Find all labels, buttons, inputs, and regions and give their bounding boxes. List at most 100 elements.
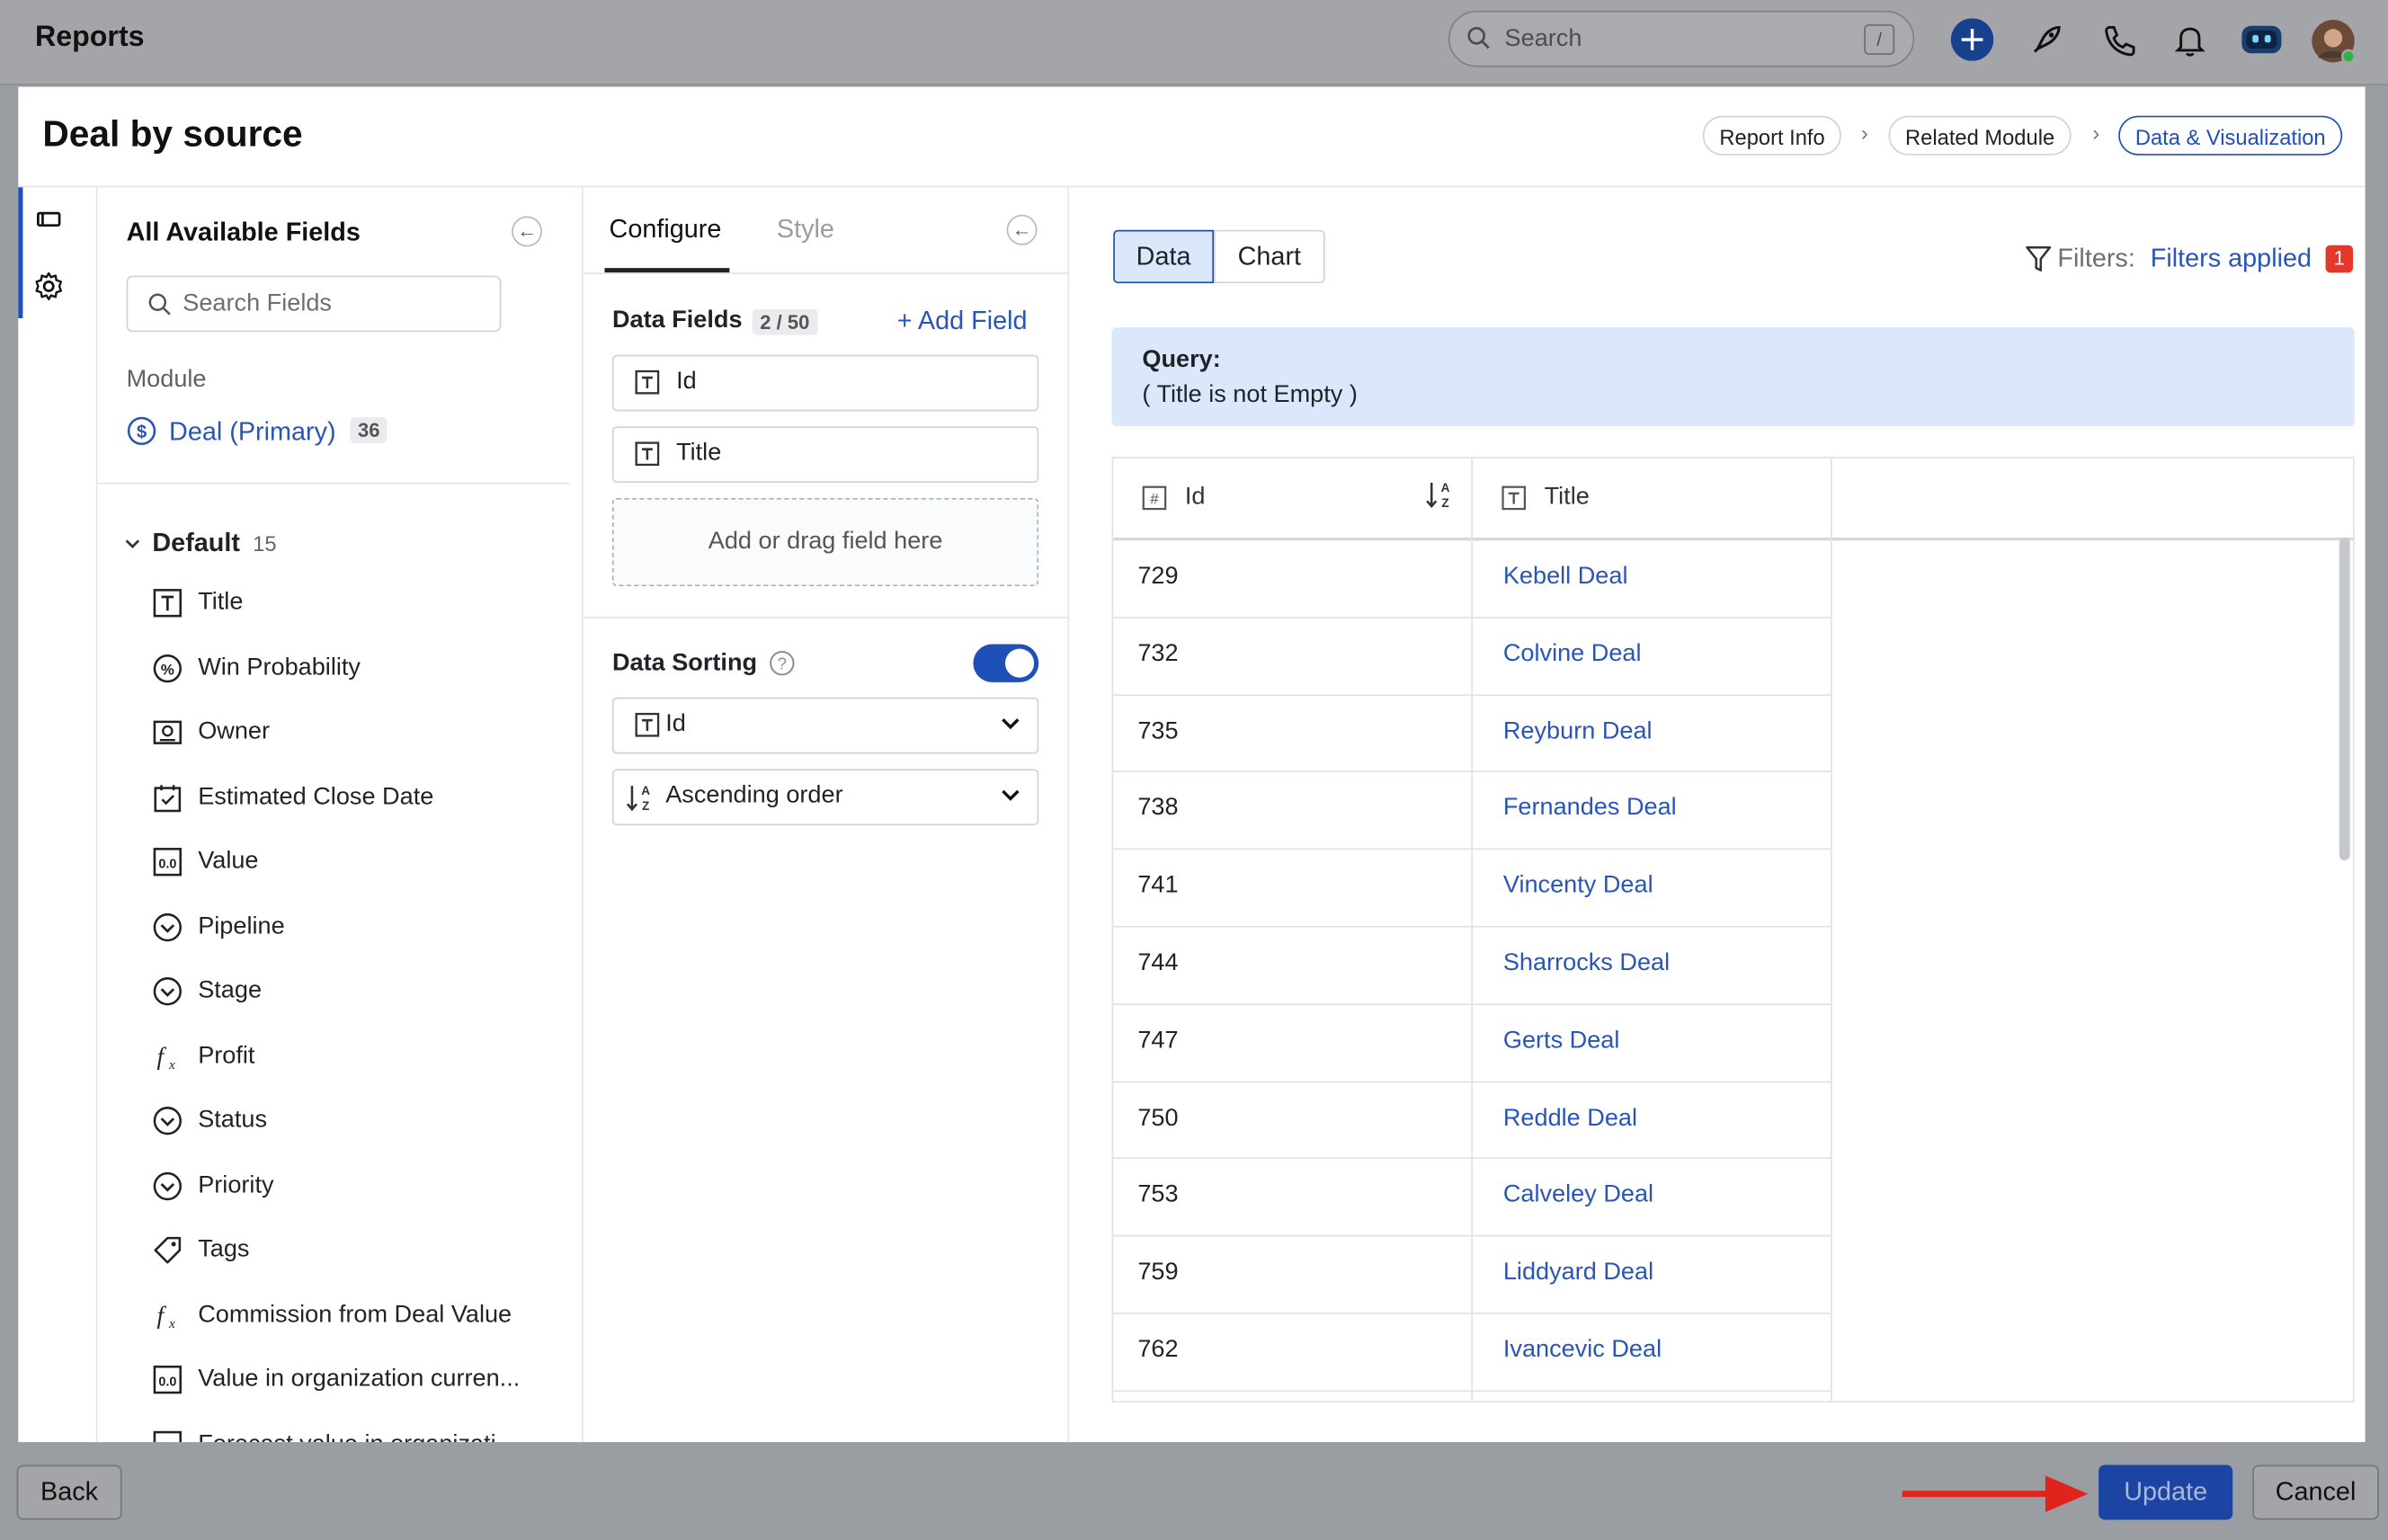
field-label: Value [198,848,259,875]
configure-panel: Configure Style ← Data Fields 2 / 50 + A… [583,187,1070,1443]
cell-title-link[interactable]: Vincenty Deal [1503,873,1653,900]
data-preview-area: Data Chart Filters: Filters applied 1 Qu… [1069,187,2365,1442]
rocket-icon[interactable] [2026,18,2068,60]
table-row[interactable]: 738 Fernandes Deal [1113,772,1831,850]
sort-ascending-icon[interactable]: AZ [1425,480,1452,511]
step-report-info[interactable]: Report Info [1702,115,1842,156]
tab-configure[interactable]: Configure [610,215,722,245]
svg-text:#: # [1150,491,1159,508]
table-row[interactable]: 744 Sharrocks Deal [1113,928,1831,1005]
column-header-title[interactable]: Title [1545,485,1590,512]
cell-title-link[interactable]: Ivancevic Deal [1503,1337,1662,1364]
available-fields-panel: All Available Fields ← Search Fields Mod… [97,187,584,1443]
cell-id: 753 [1137,1182,1179,1208]
app-title: Reports [34,21,145,54]
table-row[interactable]: 753 Calveley Deal [1113,1160,1831,1237]
drop-zone-placeholder: Add or drag field here [708,528,943,555]
table-row[interactable]: 735 Reyburn Deal [1113,695,1831,773]
table-row[interactable]: 729 Kebell Deal [1113,540,1831,619]
table-row[interactable]: 732 Colvine Deal [1113,618,1831,696]
svg-text:0.0: 0.0 [158,1439,176,1442]
cell-title-link[interactable]: Sharrocks Deal [1503,950,1670,977]
cell-id: 729 [1137,563,1179,590]
cancel-button[interactable]: Cancel [2252,1464,2379,1520]
calendar-icon [152,782,183,813]
selected-field-title[interactable]: Title [611,426,1039,483]
cell-title-link[interactable]: Gerts Deal [1503,1028,1620,1055]
help-icon[interactable]: ? [769,650,795,676]
column-header-id[interactable]: Id [1185,485,1206,512]
table-row[interactable]: 741 Vincenty Deal [1113,850,1831,928]
text-field-icon [635,441,660,467]
chevron-down-icon [1001,788,1020,802]
sort-field-select[interactable]: Id [611,697,1039,754]
field-label: Forecast value in organizati... [198,1430,516,1442]
step-related-module[interactable]: Related Module [1888,115,2072,156]
filters-applied-link[interactable]: Filters applied [2151,244,2312,274]
cell-title-link[interactable]: Colvine Deal [1503,641,1642,668]
percent-icon: % [152,653,183,683]
tab-style[interactable]: Style [777,215,834,245]
field-drop-zone[interactable]: Add or drag field here [611,497,1039,587]
cell-title-link[interactable]: Reyburn Deal [1503,718,1653,745]
chevron-down-icon [123,535,141,553]
group-name: Default [152,528,240,557]
group-count: 15 [253,531,277,556]
cell-title-link[interactable]: Kebell Deal [1503,564,1628,591]
table-row[interactable]: 747 Gerts Deal [1113,1005,1831,1082]
cell-title-link[interactable]: Fernandes Deal [1503,796,1677,823]
number-field-icon: 0.0 [152,1365,183,1395]
table-row[interactable]: 762 Ivancevic Deal [1113,1314,1831,1392]
formula-icon: fx [152,1300,183,1330]
query-text: ( Title is not Empty ) [1142,382,1358,408]
settings-gear-icon[interactable] [33,272,64,302]
sort-field-value: Id [665,711,686,737]
cell-title-link[interactable]: Reddle Deal [1503,1105,1637,1132]
add-field-button[interactable]: + Add Field [897,306,1028,336]
assistant-bot-icon[interactable] [2241,18,2283,60]
module-name: Deal (Primary) [169,417,336,447]
sort-order-value: Ascending order [665,782,843,809]
svg-text:f: f [156,1042,166,1069]
cell-id: 741 [1137,872,1179,899]
cell-id: 759 [1137,1260,1179,1286]
global-search-input[interactable]: Search / [1448,10,1915,67]
chevron-right-icon: › [1860,120,1868,145]
sort-order-select[interactable]: AZ Ascending order [611,769,1039,826]
field-label: Title [198,589,244,616]
fields-panel-icon[interactable] [33,207,64,234]
side-rail [18,187,98,1443]
cell-title-link[interactable]: Liddyard Deal [1503,1260,1653,1286]
table-scrollbar[interactable] [2339,537,2350,861]
view-tab-chart[interactable]: Chart [1214,229,1325,284]
view-tab-data[interactable]: Data [1113,229,1215,284]
phone-icon[interactable] [2097,18,2139,60]
cell-title-link[interactable]: Calveley Deal [1503,1182,1653,1209]
cell-id: 738 [1137,795,1179,822]
search-fields-input[interactable]: Search Fields [126,275,502,333]
row-divider [1113,1390,1831,1392]
add-icon[interactable] [1950,18,1994,61]
text-field-icon [635,369,660,395]
update-button[interactable]: Update [2098,1464,2233,1520]
table-row[interactable]: 759 Liddyard Deal [1113,1237,1831,1314]
sorting-toggle[interactable] [973,644,1039,682]
svg-text:?: ? [778,654,787,672]
back-button[interactable]: Back [16,1464,122,1520]
collapse-arrow-icon[interactable]: ← [1006,214,1038,245]
column-divider [1831,458,1832,1402]
filters-label: Filters: [2057,244,2135,273]
number-field-icon: 0.0 [152,847,183,877]
text-field-icon [635,712,660,737]
step-data-visualization[interactable]: Data & Visualization [2118,115,2343,156]
divider [583,272,1068,274]
collapse-arrow-icon[interactable]: ← [512,216,543,247]
avatar[interactable] [2311,18,2357,64]
selected-field-id[interactable]: Id [611,354,1039,412]
table-row[interactable]: 750 Reddle Deal [1113,1082,1831,1160]
module-field-count: 36 [350,417,388,443]
search-icon [147,292,172,316]
sort-ascending-icon: AZ [626,783,653,814]
svg-text:0.0: 0.0 [158,1375,176,1389]
bell-icon[interactable] [2169,18,2211,60]
